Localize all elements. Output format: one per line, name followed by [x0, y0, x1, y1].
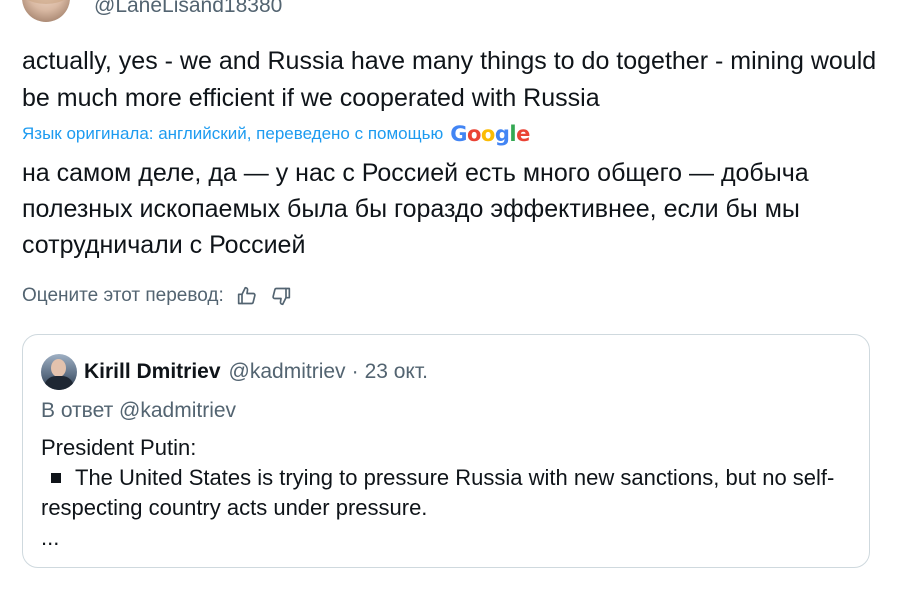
bullet-square-icon	[51, 473, 61, 483]
thumbs-down-icon[interactable]	[270, 285, 292, 307]
google-logo-letter: G	[450, 122, 467, 146]
reply-handle-link[interactable]: @kadmitriev	[119, 399, 236, 422]
rate-translation-label: Оцените этот перевод:	[22, 285, 224, 306]
google-logo-letter: o	[466, 122, 481, 146]
author-handle[interactable]: @LaneLisand18380	[94, 0, 282, 18]
avatar-face	[51, 359, 66, 377]
meta-separator: ·	[351, 360, 359, 383]
quoted-tweet-date[interactable]: 23 окт.	[365, 360, 428, 384]
author-avatar[interactable]	[22, 0, 70, 22]
avatar-hair	[22, 0, 70, 4]
quoted-tweet-text: President Putin: The United States is tr…	[41, 433, 841, 553]
quoted-line-1: President Putin:	[41, 435, 197, 460]
rate-translation-row: Оцените этот перевод:	[22, 285, 292, 307]
quoted-bullet-text: The United States is trying to pressure …	[41, 465, 835, 520]
translation-attribution: Язык оригинала: английский, переведено с…	[22, 122, 530, 146]
translated-by-label: Язык оригинала: английский, переведено с…	[22, 124, 444, 143]
quoted-ellipsis: ...	[41, 525, 60, 550]
reply-prefix: В ответ	[41, 399, 114, 422]
quoted-author-avatar[interactable]	[41, 354, 77, 390]
thumbs-up-icon[interactable]	[236, 285, 258, 307]
google-logo: Google	[450, 122, 530, 146]
reply-context: В ответ @kadmitriev	[41, 399, 236, 423]
quoted-tweet-card[interactable]: Kirill Dmitriev @kadmitriev · 23 окт. В …	[22, 334, 870, 568]
quoted-author-handle[interactable]: @kadmitriev	[229, 360, 346, 384]
quoted-bullet-line: The United States is trying to pressure …	[41, 463, 841, 523]
google-logo-letter: o	[480, 122, 495, 146]
google-logo-letter: e	[516, 122, 530, 146]
quoted-tweet-header: Kirill Dmitriev @kadmitriev · 23 окт.	[41, 354, 428, 390]
google-logo-letter: g	[494, 122, 510, 146]
translation-text: на самом деле, да — у нас с Россией есть…	[22, 159, 809, 259]
tweet-text: actually, yes - we and Russia have many …	[22, 47, 877, 112]
avatar-suit	[44, 376, 74, 390]
quoted-author-name[interactable]: Kirill Dmitriev	[84, 360, 221, 384]
